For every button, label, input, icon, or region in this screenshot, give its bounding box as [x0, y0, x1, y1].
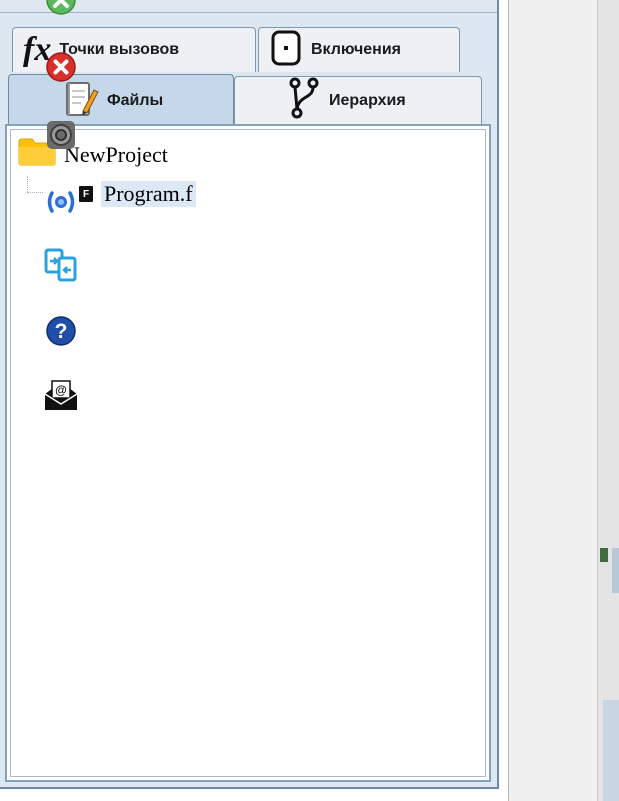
tab-label: Включения — [311, 41, 401, 58]
tab-files[interactable]: Файлы — [8, 74, 234, 126]
tree-connector — [27, 176, 28, 192]
confirm-button[interactable] — [44, 0, 78, 19]
tree-connector — [27, 192, 43, 193]
splitter-marker — [612, 548, 619, 593]
close-icon — [45, 51, 77, 88]
tree-item-program-f[interactable]: F Program.f — [79, 179, 196, 209]
confirm-icon — [45, 0, 77, 21]
tab-label: Файлы — [107, 91, 164, 109]
file-tree-border — [10, 129, 486, 777]
settings-button[interactable] — [44, 120, 78, 154]
tree-item-label: Program.f — [101, 181, 196, 207]
tab-includes[interactable]: Включения — [258, 27, 460, 72]
tree-item-label: NewProject — [64, 142, 168, 167]
fortran-file-icon: F — [79, 186, 93, 202]
tab-label: Иерархия — [329, 91, 406, 109]
close-button[interactable] — [44, 51, 78, 88]
svg-text:?: ? — [55, 320, 68, 343]
transfer-icon — [44, 248, 78, 287]
tab-hierarchy[interactable]: Иерархия — [234, 76, 482, 124]
email-button[interactable]: @ — [43, 378, 79, 417]
file-tree-pane — [5, 124, 491, 782]
help-icon: ? — [45, 315, 77, 352]
scrollbar-fragment[interactable] — [603, 700, 619, 801]
help-button[interactable]: ? — [44, 315, 78, 352]
transfer-button[interactable] — [44, 248, 78, 287]
settings-icon — [45, 119, 77, 156]
include-file-icon — [269, 30, 303, 71]
tree-item-newproject[interactable]: NewProject — [18, 138, 168, 170]
email-icon: @ — [43, 378, 79, 417]
splitter-marker — [600, 548, 608, 562]
branch-icon — [287, 77, 321, 124]
svg-text:@: @ — [55, 383, 67, 397]
broadcast-icon — [44, 188, 78, 221]
window-edge — [597, 0, 619, 801]
broadcast-button[interactable] — [44, 187, 78, 221]
